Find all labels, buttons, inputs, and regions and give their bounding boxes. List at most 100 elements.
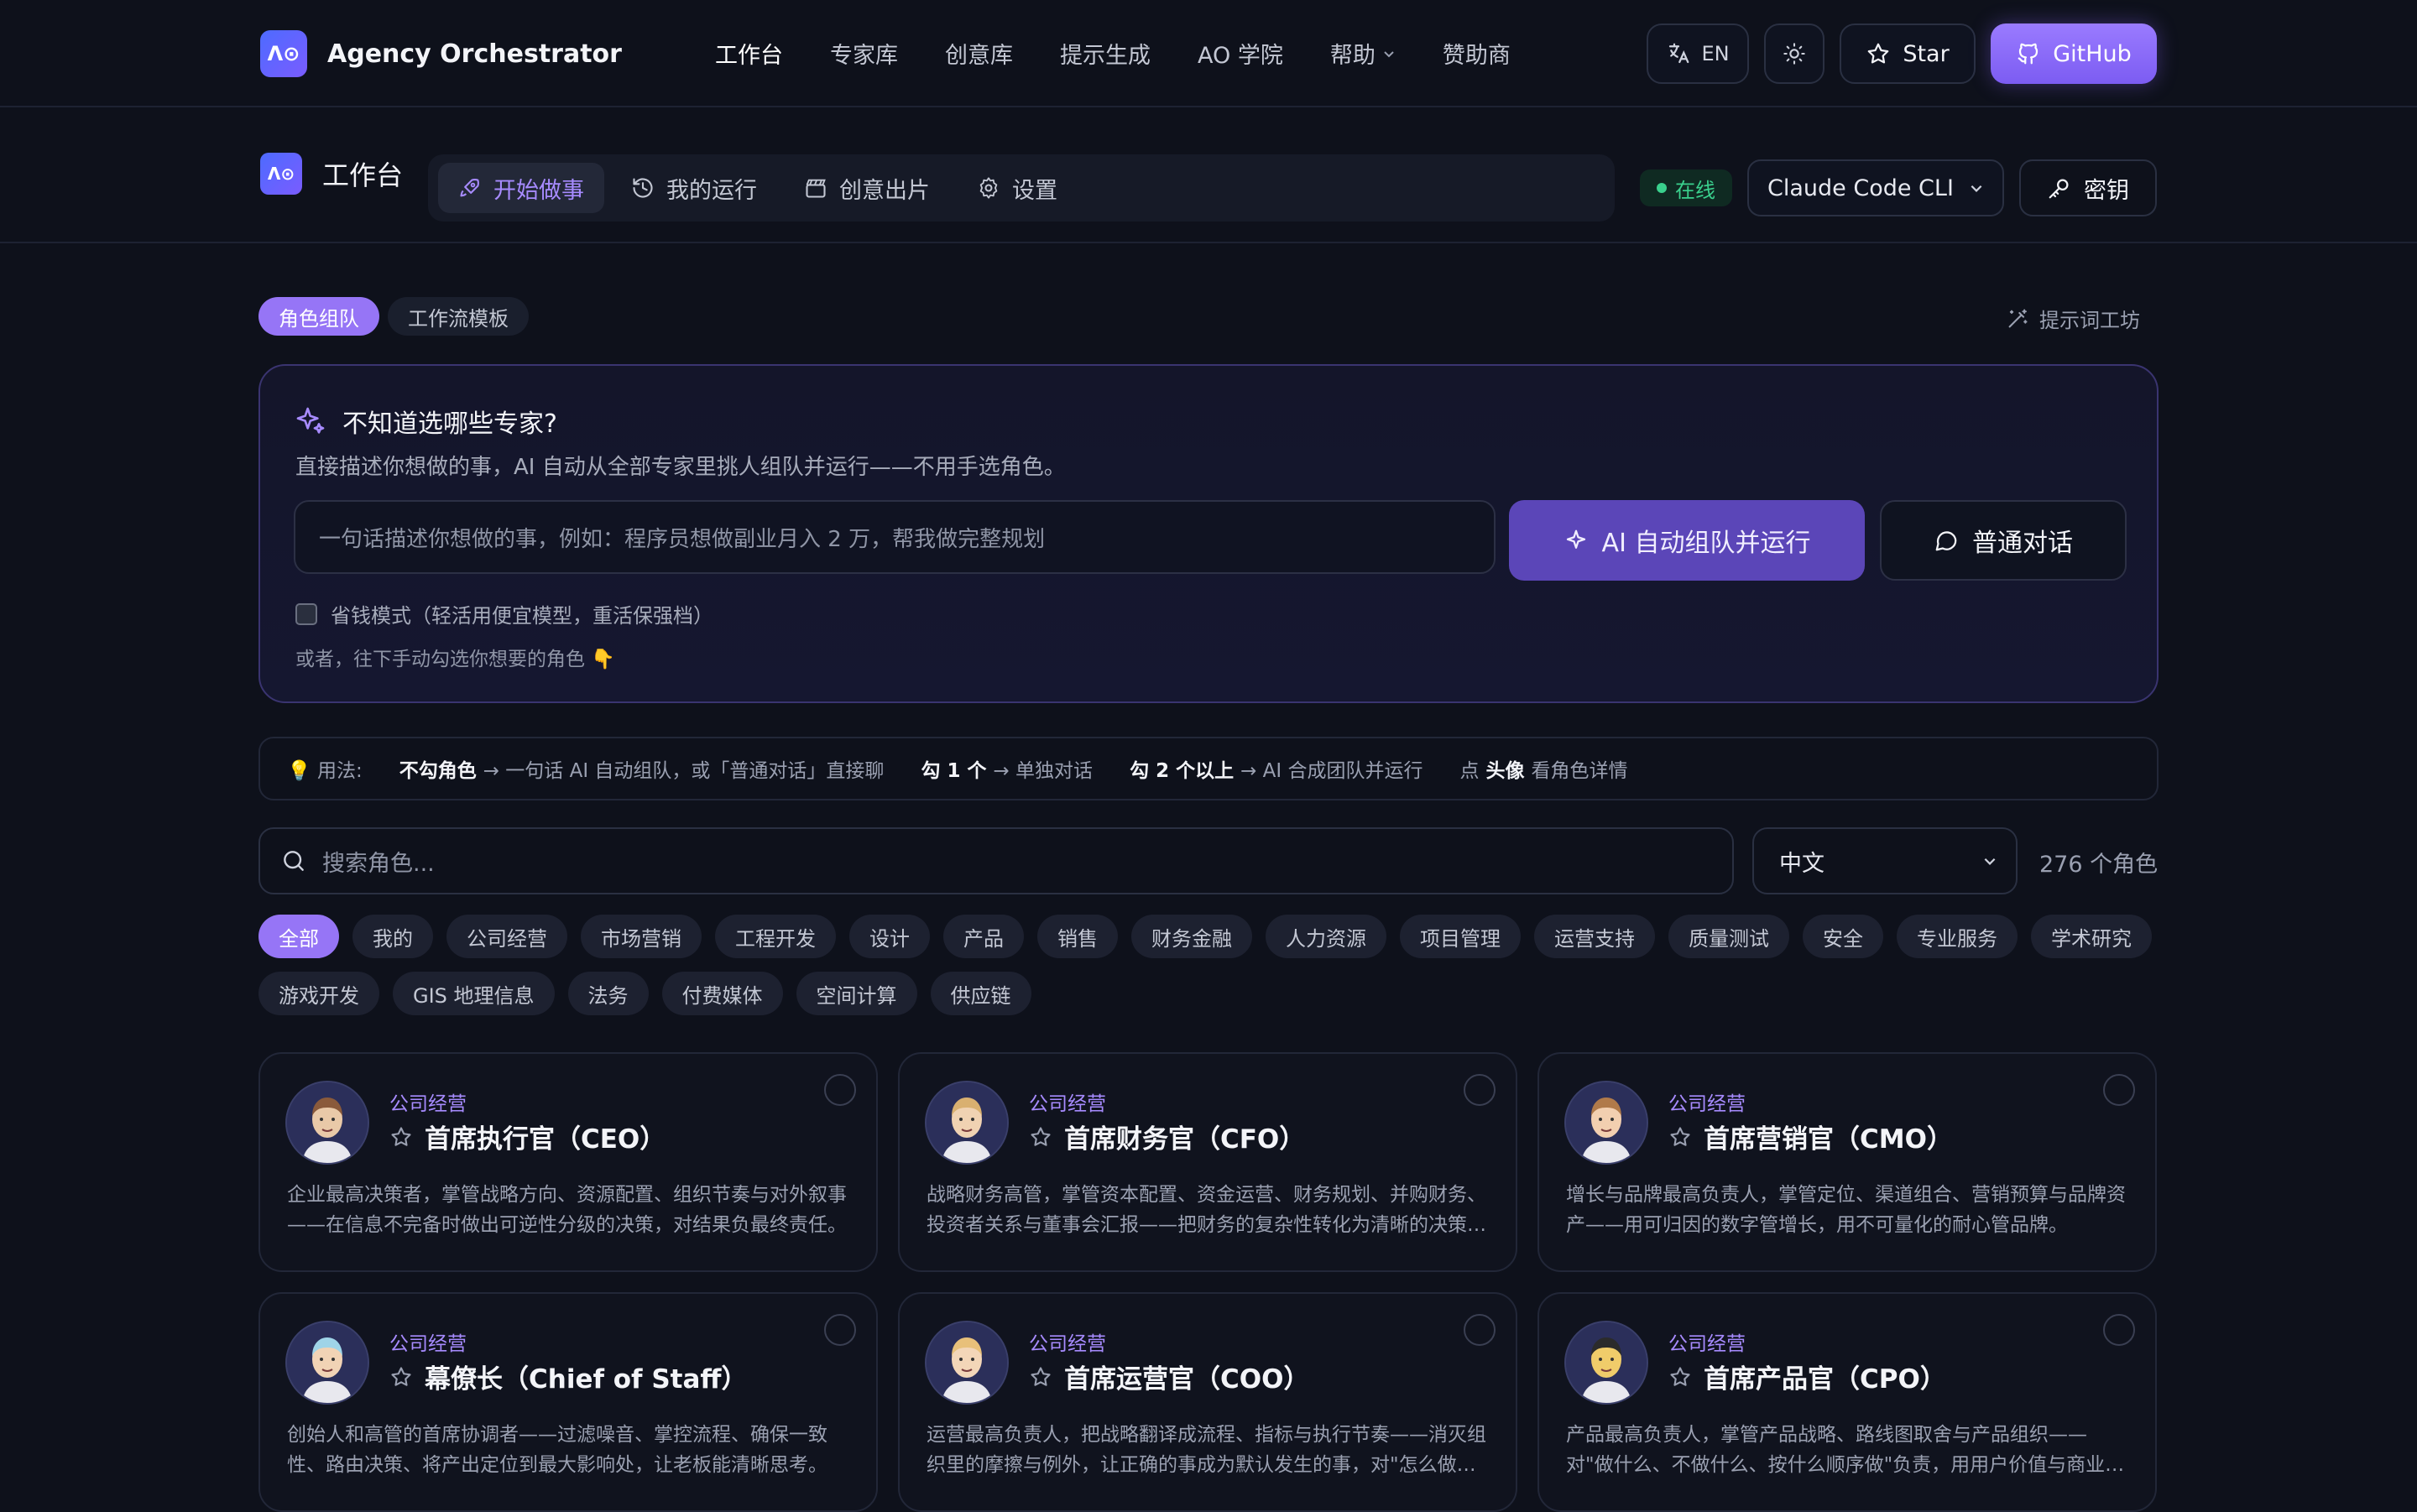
- star-icon[interactable]: [1029, 1365, 1052, 1389]
- nav-sponsors[interactable]: 赞助商: [1443, 37, 1511, 70]
- usage-tip-3-key: 勾 2 个以上: [1130, 760, 1235, 782]
- nav-experts[interactable]: 专家库: [830, 37, 898, 70]
- person-avatar-icon: [927, 1322, 1007, 1403]
- star-icon[interactable]: [1668, 1125, 1692, 1149]
- category-chip[interactable]: 游戏开发: [258, 972, 379, 1015]
- usage-tip-1-key: 不勾角色: [399, 760, 477, 782]
- role-title-row: 首席财务官（CFO）: [1029, 1118, 1305, 1155]
- magic-wand-icon: [2008, 308, 2028, 327]
- tab-settings[interactable]: 设置: [957, 163, 1078, 213]
- plain-chat-button[interactable]: 普通对话: [1880, 500, 2127, 581]
- role-avatar[interactable]: [1564, 1321, 1648, 1405]
- github-button[interactable]: GitHub: [1991, 23, 2157, 84]
- category-chip[interactable]: 付费媒体: [661, 972, 783, 1015]
- role-select-radio[interactable]: [1464, 1314, 1496, 1346]
- task-description-input[interactable]: 一句话描述你想做的事，例如：程序员想做副业月入 2 万，帮我做完整规划: [294, 500, 1496, 574]
- role-search-placeholder: 搜索角色...: [322, 850, 435, 877]
- role-card[interactable]: 公司经营 首席运营官（COO） 运营最高负责人，把战略翻译成流程、指标与执行节奏——…: [898, 1292, 1517, 1512]
- role-select-radio[interactable]: [2103, 1314, 2135, 1346]
- tab-workflow-template[interactable]: 工作流模板: [388, 297, 529, 336]
- cli-select-value: Claude Code CLI: [1767, 175, 1954, 201]
- tab-creative[interactable]: 创意出片: [784, 163, 950, 213]
- category-chip[interactable]: 供应链: [930, 972, 1031, 1015]
- brand[interactable]: Λ⊙ Agency Orchestrator: [260, 30, 622, 77]
- category-chip[interactable]: 安全: [1803, 915, 1883, 958]
- role-title-row: 首席运营官（COO）: [1029, 1358, 1309, 1395]
- language-select[interactable]: 中文: [1752, 827, 2018, 894]
- role-avatar[interactable]: [285, 1081, 369, 1165]
- role-select-radio[interactable]: [2103, 1074, 2135, 1106]
- category-chip[interactable]: 学术研究: [2031, 915, 2152, 958]
- workbench-actions: 在线 Claude Code CLI 密钥: [1640, 159, 2157, 216]
- star-icon[interactable]: [389, 1125, 413, 1149]
- prompt-workshop-link[interactable]: 提示词工坊: [2006, 304, 2140, 333]
- nav-ideas[interactable]: 创意库: [945, 37, 1013, 70]
- role-avatar[interactable]: [1564, 1081, 1648, 1165]
- tab-my-runs[interactable]: 我的运行: [611, 163, 777, 213]
- category-chip[interactable]: 运营支持: [1534, 915, 1655, 958]
- main-nav: 工作台 专家库 创意库 提示生成 AO 学院 帮助 赞助商: [715, 37, 1511, 70]
- role-search-input[interactable]: 搜索角色...: [258, 827, 1734, 894]
- sun-icon: [1783, 43, 1805, 65]
- nav-prompt-gen[interactable]: 提示生成: [1060, 37, 1151, 70]
- star-button[interactable]: Star: [1840, 23, 1976, 84]
- role-card[interactable]: 公司经营 首席财务官（CFO） 战略财务高管，掌管资本配置、资金运营、财务规划、并购…: [898, 1052, 1517, 1272]
- category-chip[interactable]: 法务: [567, 972, 649, 1015]
- star-icon[interactable]: [389, 1365, 413, 1389]
- nav-academy[interactable]: AO 学院: [1198, 37, 1283, 70]
- person-avatar-icon: [1566, 1322, 1647, 1403]
- ai-auto-team-panel: 不知道选哪些专家? 直接描述你想做的事，AI 自动从全部专家里挑人组队并运行——…: [258, 364, 2159, 703]
- category-chip[interactable]: 设计: [849, 915, 930, 958]
- star-icon[interactable]: [1668, 1365, 1692, 1389]
- category-chip[interactable]: 全部: [258, 915, 339, 958]
- category-chip[interactable]: 专业服务: [1897, 915, 2018, 958]
- role-avatar[interactable]: [285, 1321, 369, 1405]
- usage-tip-1: → 一句话 AI 自动组队，或「普通对话」直接聊: [483, 760, 885, 782]
- role-avatar[interactable]: [925, 1081, 1009, 1165]
- category-chip[interactable]: 产品: [943, 915, 1024, 958]
- star-icon[interactable]: [1029, 1125, 1052, 1149]
- language-toggle-button[interactable]: EN: [1647, 23, 1749, 84]
- role-card[interactable]: 公司经营 幕僚长（Chief of Staff） 创始人和高管的首席协调者——过滤噪…: [258, 1292, 878, 1512]
- role-card[interactable]: 公司经营 首席产品官（CPO） 产品最高负责人，掌管产品战略、路线图取舍与产品组织—…: [1537, 1292, 2157, 1512]
- ai-auto-team-button[interactable]: AI 自动组队并运行: [1509, 500, 1865, 581]
- category-chip[interactable]: 销售: [1037, 915, 1118, 958]
- role-select-radio[interactable]: [824, 1074, 856, 1106]
- nav-help[interactable]: 帮助: [1330, 37, 1396, 70]
- theme-toggle-button[interactable]: [1764, 23, 1824, 84]
- save-mode-option[interactable]: 省钱模式（轻活用便宜模型，重活保强档）: [295, 599, 713, 628]
- category-chip[interactable]: 项目管理: [1400, 915, 1521, 958]
- cli-select[interactable]: Claude Code CLI: [1747, 159, 2004, 216]
- nav-workbench[interactable]: 工作台: [715, 37, 783, 70]
- role-category: 公司经营: [1029, 1093, 1106, 1115]
- mode-tabs: 角色组队 工作流模板: [258, 297, 529, 336]
- tab-start[interactable]: 开始做事: [438, 163, 604, 213]
- category-chip[interactable]: 财务金融: [1131, 915, 1252, 958]
- role-select-radio[interactable]: [1464, 1074, 1496, 1106]
- category-chip[interactable]: 质量测试: [1668, 915, 1789, 958]
- status-dot: [1657, 183, 1667, 193]
- tab-role-team[interactable]: 角色组队: [258, 297, 379, 336]
- category-chip[interactable]: 人力资源: [1266, 915, 1386, 958]
- github-label: GitHub: [2053, 40, 2132, 67]
- category-chip[interactable]: 工程开发: [715, 915, 836, 958]
- chevron-down-icon: [1384, 50, 1394, 57]
- role-select-radio[interactable]: [824, 1314, 856, 1346]
- category-chip[interactable]: 市场营销: [581, 915, 702, 958]
- role-card[interactable]: 公司经营 首席营销官（CMO） 增长与品牌最高负责人，掌管定位、渠道组合、营销预算与…: [1537, 1052, 2157, 1272]
- role-avatar[interactable]: [925, 1321, 1009, 1405]
- app-logo: Λ⊙: [260, 30, 307, 77]
- role-card[interactable]: 公司经营 首席执行官（CEO） 企业最高决策者，掌管战略方向、资源配置、组织节奏与对…: [258, 1052, 878, 1272]
- chat-bubble-icon: [1935, 531, 1957, 551]
- category-chip[interactable]: 空间计算: [796, 972, 917, 1015]
- category-chip[interactable]: 公司经营: [446, 915, 567, 958]
- category-chip[interactable]: GIS 地理信息: [393, 972, 555, 1015]
- brand-name: Agency Orchestrator: [327, 39, 622, 69]
- category-chip[interactable]: 我的: [352, 915, 433, 958]
- usage-tip-4-prefix: 点: [1459, 760, 1480, 782]
- save-mode-checkbox[interactable]: [295, 602, 317, 625]
- role-description: 增长与品牌最高负责人，掌管定位、渠道组合、营销预算与品牌资产——用可归因的数字管…: [1566, 1184, 2126, 1236]
- usage-tip-4-key: 头像: [1485, 760, 1525, 782]
- api-key-button[interactable]: 密钥: [2019, 159, 2157, 216]
- chevron-down-icon: [1971, 185, 1982, 192]
